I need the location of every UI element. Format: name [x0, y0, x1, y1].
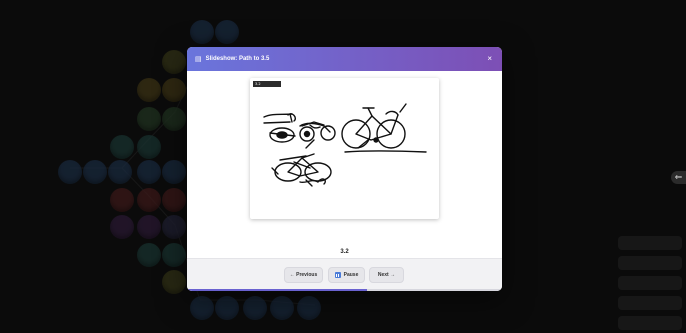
slideshow-progress-bar — [187, 289, 502, 291]
next-button[interactable]: Next → — [369, 267, 404, 283]
modal-footer: ← Previous Pause Next → — [187, 258, 502, 291]
previous-button[interactable]: ← Previous — [284, 267, 323, 283]
pause-button-label: Pause — [343, 272, 359, 278]
next-button-label: Next → — [377, 272, 396, 278]
pause-button[interactable]: Pause — [328, 267, 365, 283]
close-button[interactable]: × — [487, 55, 492, 63]
expand-panel-icon[interactable]: ⇐ — [671, 171, 686, 184]
modal-title: Slideshow: Path to 3.5 — [205, 56, 270, 62]
slide-sketch — [263, 103, 427, 187]
slide-card: 3.2 — [250, 78, 439, 219]
modal-body: 3.2 3.2 — [187, 71, 502, 273]
slideshow-icon: ▤ — [195, 56, 202, 63]
modal-header: ▤ Slideshow: Path to 3.5 × — [187, 47, 502, 71]
slideshow-modal: ▤ Slideshow: Path to 3.5 × 3.2 3.2 ← Pre… — [187, 47, 502, 291]
slide-title: 3.2 — [340, 249, 349, 255]
slideshow-progress-fill — [187, 289, 367, 291]
previous-button-label: ← Previous — [289, 272, 318, 278]
pause-icon — [334, 272, 341, 278]
